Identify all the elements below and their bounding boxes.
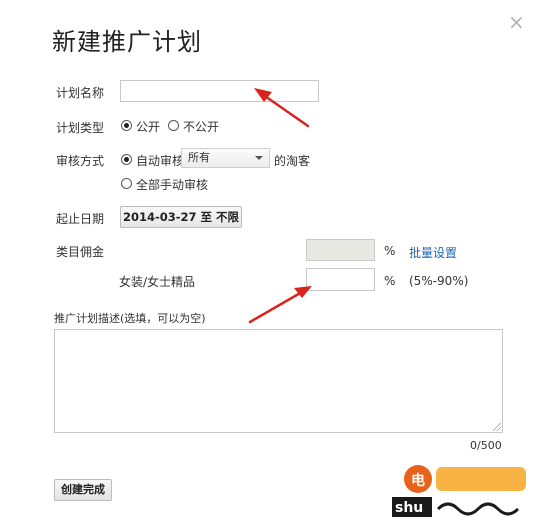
commission-label: 类目佣金 [56, 245, 105, 259]
plan-type-private-radio[interactable] [168, 120, 179, 131]
commission-range-hint: (5%-90%) [409, 274, 469, 288]
create-button[interactable]: 创建完成 [54, 479, 112, 501]
review-scope-select[interactable]: 所有 [181, 148, 270, 168]
resize-grip-icon[interactable] [493, 423, 501, 431]
plan-type-label: 计划类型 [56, 121, 105, 135]
percent-symbol: % [384, 244, 396, 258]
review-auto-radio[interactable] [121, 154, 132, 165]
commission-batch-input [306, 239, 375, 261]
category-commission-input[interactable] [306, 268, 375, 291]
description-counter: 0/500 [470, 439, 502, 452]
svg-text:电: 电 [411, 472, 425, 489]
plan-name-input[interactable] [120, 80, 319, 102]
review-scope-value: 所有 [188, 151, 210, 164]
review-auto-label[interactable]: 自动审核 [136, 152, 184, 169]
category-label: 女装/女士精品 [119, 275, 196, 289]
plan-type-public-radio[interactable] [121, 120, 132, 131]
date-range-label: 起止日期 [56, 212, 105, 226]
close-icon[interactable]: × [508, 12, 525, 32]
chevron-down-icon [255, 156, 263, 160]
review-method-label: 审核方式 [56, 154, 105, 168]
review-manual-radio[interactable] [121, 178, 132, 189]
description-textarea[interactable] [54, 329, 503, 433]
plan-type-public-label[interactable]: 公开 [136, 118, 160, 135]
plan-name-label: 计划名称 [56, 86, 105, 100]
review-suffix: 的淘客 [274, 154, 311, 168]
percent-symbol-2: % [384, 274, 396, 288]
review-manual-label[interactable]: 全部手动审核 [136, 176, 208, 193]
dialog-title: 新建推广计划 [52, 28, 202, 56]
date-range-button[interactable]: 2014-03-27 至 不限 [120, 206, 242, 228]
batch-settings-link[interactable]: 批量设置 [409, 244, 457, 261]
plan-type-private-label[interactable]: 不公开 [183, 118, 219, 135]
watermark-text: shu [395, 500, 423, 516]
watermark-logo-icon: 电 shu [392, 465, 526, 517]
description-label: 推广计划描述(选填，可以为空) [54, 312, 206, 325]
